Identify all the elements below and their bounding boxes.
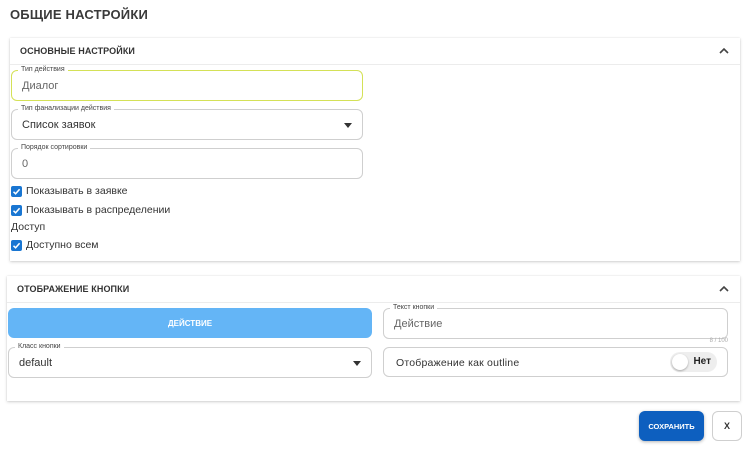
- finalization-type-value: Список заявок: [22, 119, 96, 131]
- available-to-all-checkbox-row[interactable]: Доступно всем: [11, 239, 99, 251]
- dropdown-arrow-icon: [344, 123, 352, 128]
- button-class-value: default: [19, 357, 53, 369]
- main-settings-title: ОСНОВНЫЕ НАСТРОЙКИ: [20, 46, 135, 56]
- dropdown-arrow-icon: [353, 361, 361, 366]
- access-heading: Доступ: [11, 221, 46, 233]
- toggle-state-label: Нет: [693, 356, 711, 367]
- action-type-value: Диалог: [22, 80, 59, 92]
- show-in-request-checkbox-row[interactable]: Показывать в заявке: [11, 185, 128, 197]
- button-text-value: Действие: [394, 318, 443, 330]
- close-button[interactable]: X: [712, 411, 742, 441]
- button-text-field[interactable]: Текст кнопки Действие: [383, 303, 728, 339]
- sort-order-field[interactable]: Порядок сортировки 0: [11, 143, 363, 179]
- action-type-label: Тип действия: [18, 65, 68, 75]
- available-to-all-label: Доступно всем: [26, 239, 99, 251]
- checkbox-checked-icon[interactable]: [11, 204, 22, 216]
- chevron-up-icon[interactable]: [718, 46, 730, 56]
- button-display-title: ОТОБРАЖЕНИЕ КНОПКИ: [17, 284, 130, 294]
- finalization-type-select[interactable]: Тип фанализации действия Список заявок: [11, 104, 363, 140]
- show-in-distribution-checkbox-row[interactable]: Показывать в распределении: [11, 204, 170, 216]
- toggle-knob: [672, 354, 688, 370]
- sort-order-value: 0: [22, 158, 29, 170]
- button-class-label: Класс кнопки: [15, 342, 64, 352]
- finalization-type-label: Тип фанализации действия: [18, 104, 114, 114]
- outline-toggle-row: Отображение как outline Нет: [383, 347, 728, 377]
- show-in-request-label: Показывать в заявке: [26, 185, 128, 197]
- checkbox-checked-icon[interactable]: [11, 239, 22, 251]
- button-text-label: Текст кнопки: [390, 303, 438, 313]
- button-display-header[interactable]: ОТОБРАЖЕНИЕ КНОПКИ: [7, 276, 740, 303]
- action-preview-button[interactable]: ДЕЙСТВИЕ: [8, 308, 372, 338]
- sort-order-label: Порядок сортировки: [18, 143, 91, 153]
- show-in-distribution-label: Показывать в распределении: [26, 204, 171, 216]
- outline-label: Отображение как outline: [396, 357, 520, 369]
- button-class-select[interactable]: Класс кнопки default: [8, 342, 372, 378]
- outline-toggle[interactable]: Нет: [670, 352, 717, 372]
- save-button[interactable]: СОХРАНИТЬ: [639, 411, 704, 441]
- checkbox-checked-icon[interactable]: [11, 185, 22, 197]
- chevron-up-icon[interactable]: [718, 284, 730, 294]
- page-title: ОБЩИЕ НАСТРОЙКИ: [10, 7, 149, 22]
- main-settings-header[interactable]: ОСНОВНЫЕ НАСТРОЙКИ: [10, 38, 740, 65]
- char-counter: 8 / 100: [709, 338, 728, 344]
- action-type-field[interactable]: Тип действия Диалог: [11, 65, 363, 101]
